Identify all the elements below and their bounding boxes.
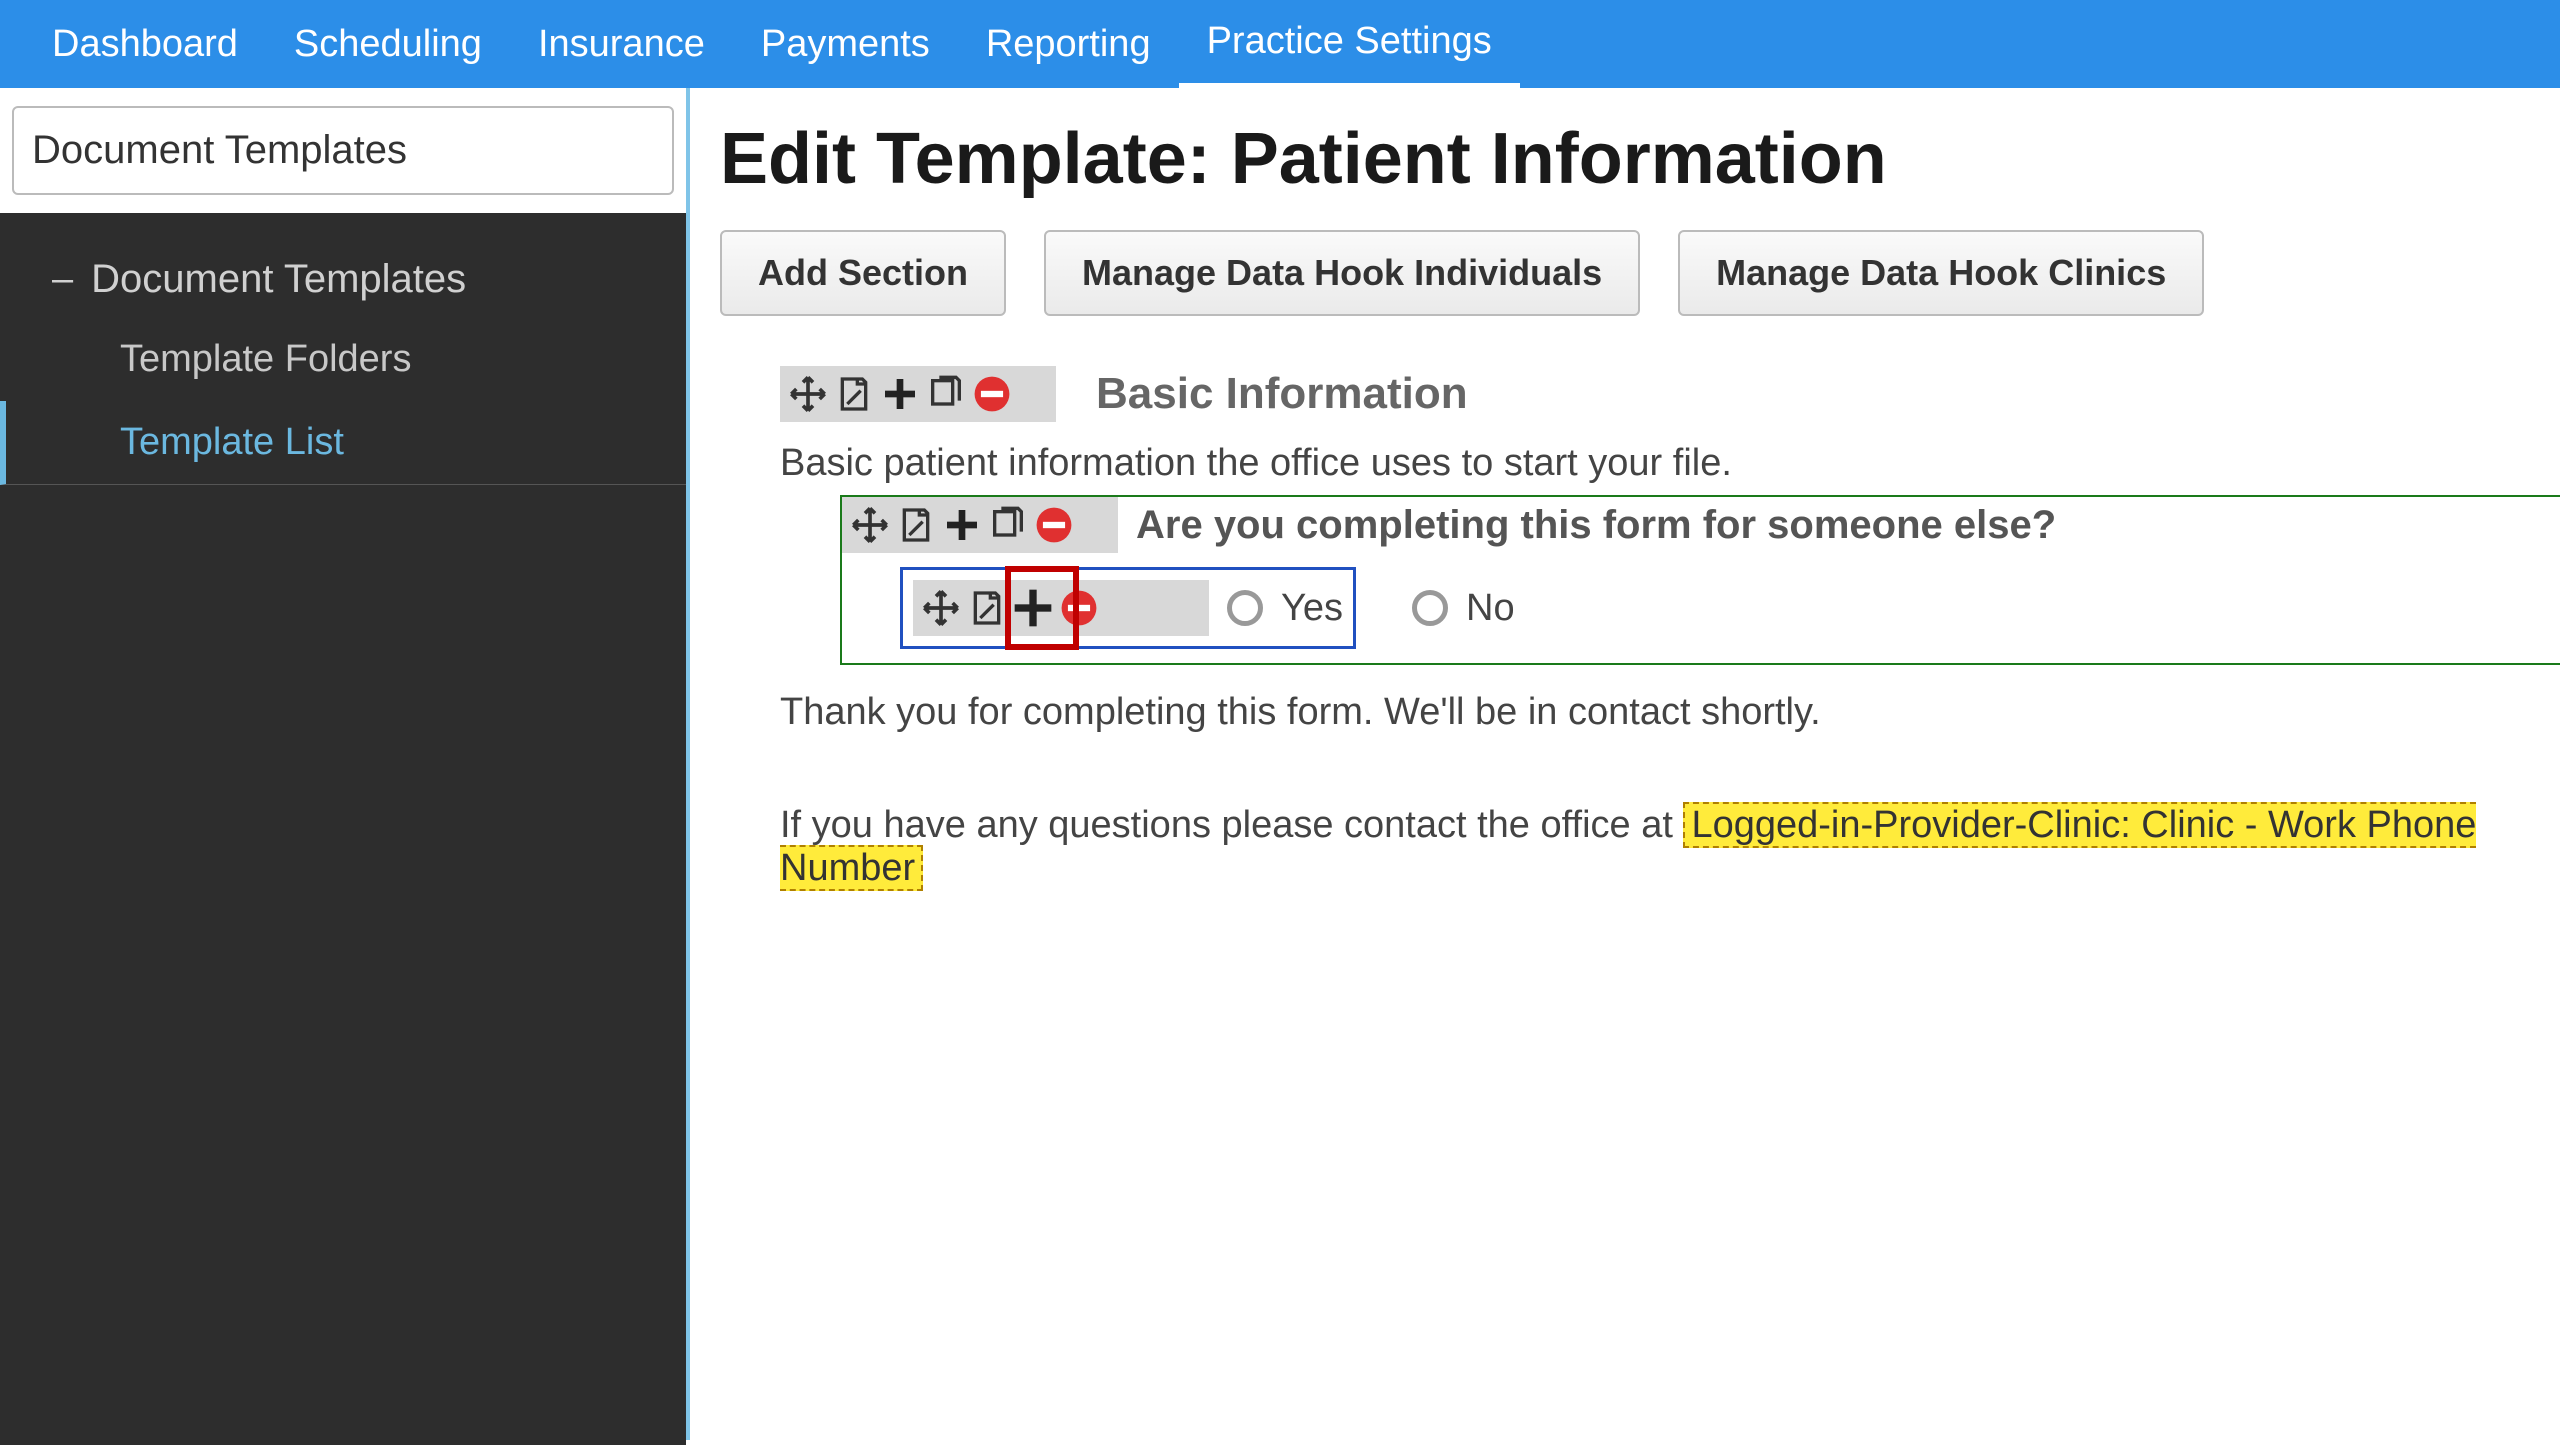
- nav-practice-settings[interactable]: Practice Settings: [1179, 0, 1520, 88]
- page-title: Edit Template: Patient Information: [720, 118, 2560, 200]
- remove-icon[interactable]: [1057, 586, 1101, 630]
- answer-row: Yes No: [842, 553, 2560, 663]
- edit-icon[interactable]: [894, 503, 938, 547]
- remove-icon[interactable]: [970, 372, 1014, 416]
- copy-icon[interactable]: [924, 372, 968, 416]
- option-yes-selected: Yes: [900, 567, 1356, 649]
- sidebar-parent-document-templates[interactable]: – Document Templates: [0, 241, 686, 318]
- sidebar: Document Templates – Document Templates …: [0, 88, 690, 1440]
- radio-option-no[interactable]: No: [1412, 587, 1515, 630]
- nav-insurance[interactable]: Insurance: [510, 0, 733, 88]
- answer-toolbar: [913, 580, 1209, 636]
- radio-circle-icon: [1412, 590, 1448, 626]
- sidebar-header[interactable]: Document Templates: [12, 106, 674, 195]
- edit-icon[interactable]: [832, 372, 876, 416]
- manage-individuals-button[interactable]: Manage Data Hook Individuals: [1044, 230, 1640, 316]
- nav-reporting[interactable]: Reporting: [958, 0, 1179, 88]
- move-icon[interactable]: [848, 503, 892, 547]
- move-icon[interactable]: [786, 372, 830, 416]
- sidebar-nav: – Document Templates Template Folders Te…: [0, 213, 686, 1445]
- footer-prefix: If you have any questions please contact…: [780, 804, 1683, 846]
- sidebar-parent-label: Document Templates: [91, 257, 466, 302]
- add-section-button[interactable]: Add Section: [720, 230, 1006, 316]
- sidebar-item-template-folders[interactable]: Template Folders: [0, 318, 686, 401]
- manage-clinics-button[interactable]: Manage Data Hook Clinics: [1678, 230, 2204, 316]
- edit-icon[interactable]: [965, 586, 1009, 630]
- question-text: Are you completing this form for someone…: [1136, 503, 2056, 548]
- section-block: Basic Information Basic patient informat…: [780, 366, 2560, 890]
- radio-circle-icon: [1227, 590, 1263, 626]
- sidebar-item-template-list[interactable]: Template List: [0, 401, 686, 485]
- section-title: Basic Information: [1096, 369, 1468, 419]
- move-icon[interactable]: [919, 586, 963, 630]
- section-description: Basic patient information the office use…: [780, 442, 2560, 485]
- plus-icon[interactable]: [878, 372, 922, 416]
- question-toolbar: [842, 497, 1118, 553]
- footer-text-2: If you have any questions please contact…: [780, 804, 2560, 890]
- collapse-icon[interactable]: –: [52, 258, 73, 301]
- section-toolbar: [780, 366, 1056, 422]
- main-content: Edit Template: Patient Information Add S…: [690, 88, 2560, 1440]
- nav-scheduling[interactable]: Scheduling: [266, 0, 510, 88]
- plus-icon[interactable]: [1011, 586, 1055, 630]
- top-nav: Dashboard Scheduling Insurance Payments …: [0, 0, 2560, 88]
- radio-label-no: No: [1466, 587, 1515, 630]
- radio-option-yes[interactable]: Yes: [1227, 587, 1343, 630]
- question-block: Are you completing this form for someone…: [840, 495, 2560, 665]
- nav-payments[interactable]: Payments: [733, 0, 958, 88]
- action-button-row: Add Section Manage Data Hook Individuals…: [720, 230, 2560, 316]
- nav-dashboard[interactable]: Dashboard: [24, 0, 266, 88]
- copy-icon[interactable]: [986, 503, 1030, 547]
- plus-icon[interactable]: [940, 503, 984, 547]
- footer-text-1: Thank you for completing this form. We'l…: [780, 691, 2560, 734]
- remove-icon[interactable]: [1032, 503, 1076, 547]
- radio-label-yes: Yes: [1281, 587, 1343, 630]
